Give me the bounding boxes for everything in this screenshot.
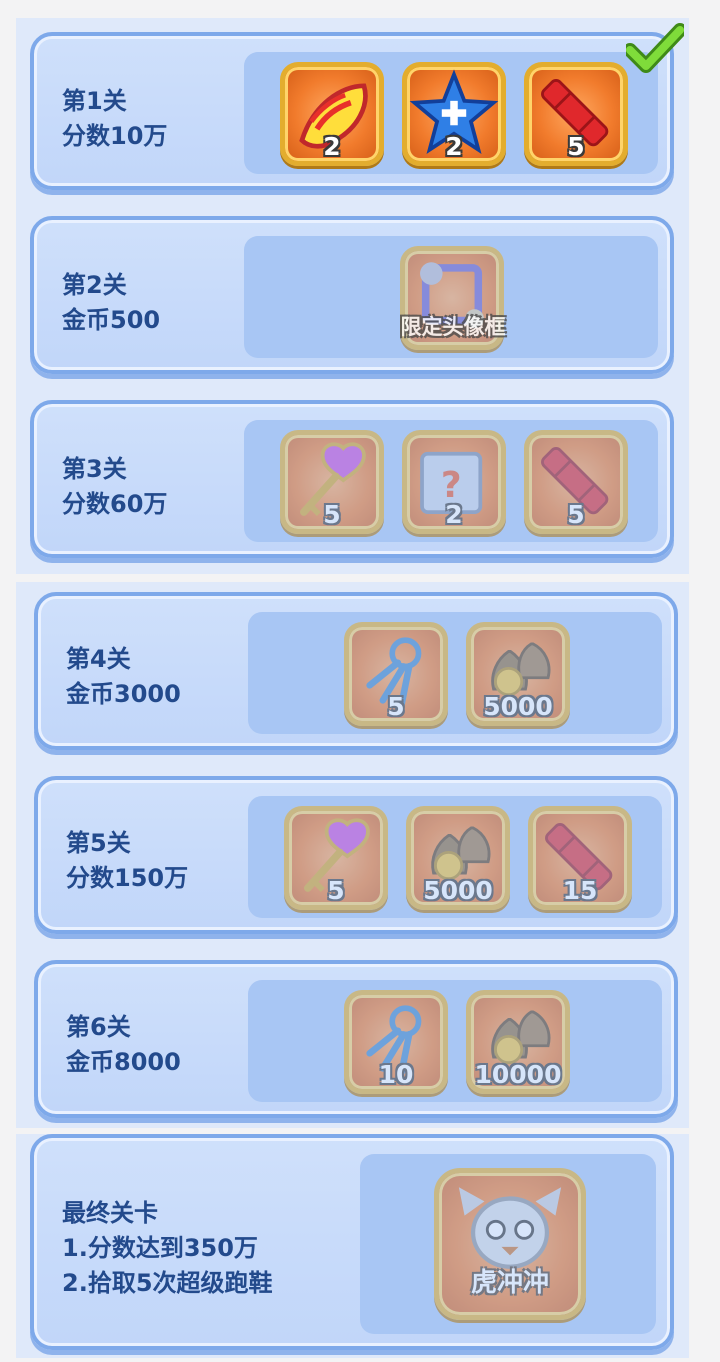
- reward-item[interactable]: 5000: [466, 622, 570, 726]
- reward-item[interactable]: 5: [524, 62, 628, 166]
- reward-item[interactable]: 10: [344, 990, 448, 1094]
- reward-slots: [248, 980, 662, 1102]
- reward-count: 5: [567, 500, 585, 529]
- reward-item[interactable]: 2: [402, 62, 506, 166]
- reward-count: 10000: [474, 1060, 562, 1089]
- reward-item[interactable]: 15: [528, 806, 632, 910]
- reward-item[interactable]: 5000: [406, 806, 510, 910]
- reward-count: 5: [387, 692, 405, 721]
- reward-count: 5: [567, 132, 585, 161]
- reward-item[interactable]: 10000: [466, 990, 570, 1094]
- reward-count: 15: [562, 876, 598, 905]
- reward-item[interactable]: 5: [284, 806, 388, 910]
- level-card-4: 第4关 金币3000 5 5000: [34, 592, 678, 750]
- final-level-card: 最终关卡 1.分数达到350万 2.拾取5次超级跑鞋 虎冲冲: [30, 1134, 674, 1350]
- level-title: 第6关 金币8000: [66, 1013, 181, 1076]
- reward-count: 5000: [483, 692, 553, 721]
- reward-item[interactable]: 虎冲冲: [434, 1168, 586, 1320]
- final-title: 最终关卡: [62, 1199, 158, 1227]
- level-card-3: 第3关 分数60万 5 ? 2 5: [30, 400, 674, 558]
- reward-slots: [248, 612, 662, 734]
- level-card-2: 第2关 金币500: [30, 216, 674, 374]
- reward-count: 2: [323, 132, 341, 161]
- reward-item[interactable]: 5: [280, 430, 384, 534]
- reward-item[interactable]: 5: [524, 430, 628, 534]
- reward-count: 10: [378, 1060, 414, 1089]
- reward-count: 5: [323, 500, 341, 529]
- reward-count: 2: [445, 500, 463, 529]
- level-card-6: 第6关 金币8000 10 10000: [34, 960, 678, 1118]
- final-reward-label: 虎冲冲: [470, 1268, 549, 1298]
- reward-count: 5000: [423, 876, 493, 905]
- reward-item[interactable]: 2: [280, 62, 384, 166]
- reward-item[interactable]: 5: [344, 622, 448, 726]
- checkmark-icon: [626, 23, 684, 73]
- level-title: 第3关 分数60万: [62, 455, 168, 518]
- level-card-5: 第5关 分数150万 5 5000 15: [34, 776, 678, 934]
- reward-count: 2: [445, 132, 463, 161]
- level-title: 第4关 金币3000: [66, 645, 181, 708]
- reward-label: 限定头像框: [400, 315, 506, 339]
- final-requirement-2: 2.拾取5次超级跑鞋: [62, 1269, 273, 1297]
- reward-count: 5: [327, 876, 345, 905]
- reward-item[interactable]: ? 2: [402, 430, 506, 534]
- level-card-1: 第1关 分数10万 2 2 5: [30, 32, 674, 190]
- final-requirement-1: 1.分数达到350万: [62, 1234, 258, 1262]
- level-title: 第2关 金币500: [62, 271, 161, 334]
- level-title: 第1关 分数10万: [62, 87, 168, 150]
- level-title: 第5关 分数150万: [66, 829, 189, 892]
